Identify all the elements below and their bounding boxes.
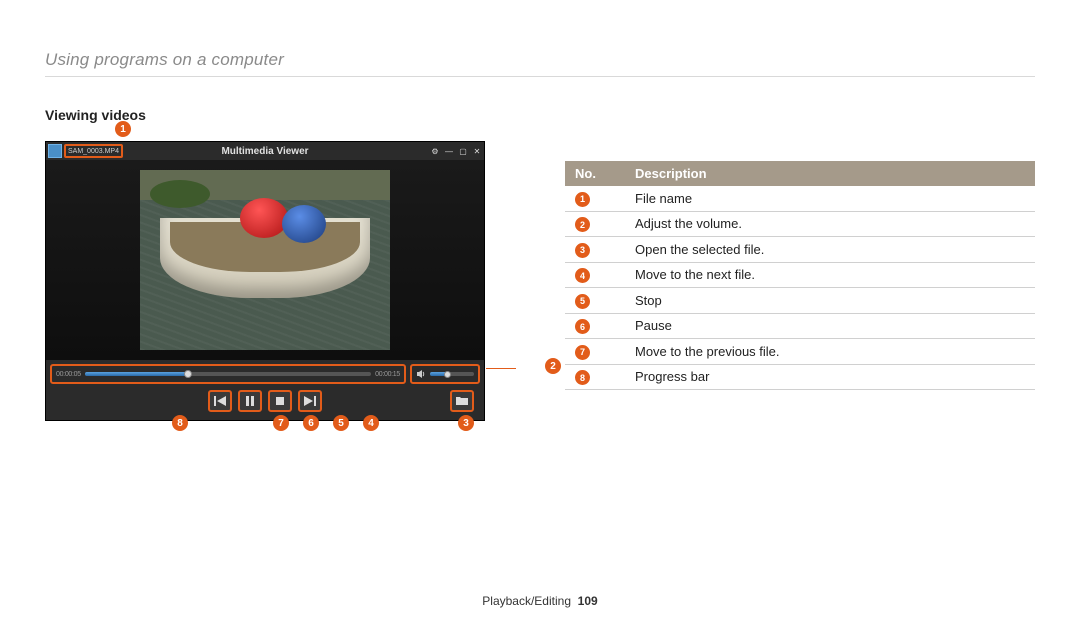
callout-badge-7: 7	[273, 415, 289, 431]
th-desc: Description	[625, 161, 1035, 186]
volume-slider[interactable]	[430, 372, 474, 376]
leader-line	[486, 368, 516, 369]
legend-area: No. Description 1File name 2Adjust the v…	[565, 131, 1035, 390]
volume-icon[interactable]	[416, 369, 426, 379]
chapter-title: Using programs on a computer	[45, 50, 1035, 70]
next-button[interactable]	[298, 390, 322, 412]
screenshot-area: 1 SAM_0003.MP4 Multimedia Viewer ⚙ — ▢ ✕	[45, 131, 495, 421]
volume-group	[410, 364, 480, 384]
footer-section: Playback/Editing	[482, 594, 571, 608]
close-icon[interactable]: ✕	[472, 146, 482, 156]
progress-row: 00:00:05 00:00:15	[50, 364, 480, 384]
table-row: 6Pause	[565, 313, 1035, 339]
callout-badge-1: 1	[115, 121, 131, 137]
callout-badge-6: 6	[303, 415, 319, 431]
section-title: Viewing videos	[45, 107, 1035, 123]
minimize-icon[interactable]: —	[444, 146, 454, 156]
table-row: 4Move to the next file.	[565, 262, 1035, 288]
progress-bar[interactable]	[85, 372, 371, 376]
stop-button[interactable]	[268, 390, 292, 412]
callout-badge-5: 5	[333, 415, 349, 431]
table-row: 5Stop	[565, 288, 1035, 314]
callout-badge-3: 3	[458, 415, 474, 431]
table-row: 7Move to the previous file.	[565, 339, 1035, 365]
transport-row	[50, 390, 480, 412]
video-frame	[140, 170, 390, 350]
window-title: Multimedia Viewer	[221, 146, 308, 157]
content-row: 1 SAM_0003.MP4 Multimedia Viewer ⚙ — ▢ ✕	[45, 131, 1035, 421]
progress-knob[interactable]	[184, 370, 192, 378]
time-current: 00:00:05	[56, 371, 81, 378]
table-row: 1File name	[565, 186, 1035, 211]
time-total: 00:00:15	[375, 371, 400, 378]
settings-icon[interactable]: ⚙	[430, 146, 440, 156]
titlebar: SAM_0003.MP4 Multimedia Viewer ⚙ — ▢ ✕	[46, 142, 484, 160]
pause-button[interactable]	[238, 390, 262, 412]
table-row: 3Open the selected file.	[565, 237, 1035, 263]
filename-text: SAM_0003.MP4	[68, 148, 119, 155]
controls-panel: 00:00:05 00:00:15	[46, 360, 484, 420]
open-file-button[interactable]	[450, 390, 474, 412]
footer-page: 109	[578, 594, 598, 608]
table-row: 8Progress bar	[565, 364, 1035, 390]
legend-table: No. Description 1File name 2Adjust the v…	[565, 161, 1035, 390]
manual-page: Using programs on a computer Viewing vid…	[0, 0, 1080, 630]
callout-badge-4: 4	[363, 415, 379, 431]
table-row: 2Adjust the volume.	[565, 211, 1035, 237]
maximize-icon[interactable]: ▢	[458, 146, 468, 156]
callout-badge-2: 2	[545, 358, 561, 374]
window-controls: ⚙ — ▢ ✕	[430, 146, 482, 156]
filename-highlight: SAM_0003.MP4	[64, 144, 123, 158]
app-icon	[48, 144, 62, 158]
divider	[45, 76, 1035, 77]
page-footer: Playback/Editing 109	[0, 594, 1080, 608]
previous-button[interactable]	[208, 390, 232, 412]
volume-knob[interactable]	[444, 371, 451, 378]
callout-badge-8: 8	[172, 415, 188, 431]
media-player-window: SAM_0003.MP4 Multimedia Viewer ⚙ — ▢ ✕	[45, 141, 485, 421]
th-no: No.	[565, 161, 625, 186]
progress-group: 00:00:05 00:00:15	[50, 364, 406, 384]
video-viewport	[46, 160, 484, 360]
